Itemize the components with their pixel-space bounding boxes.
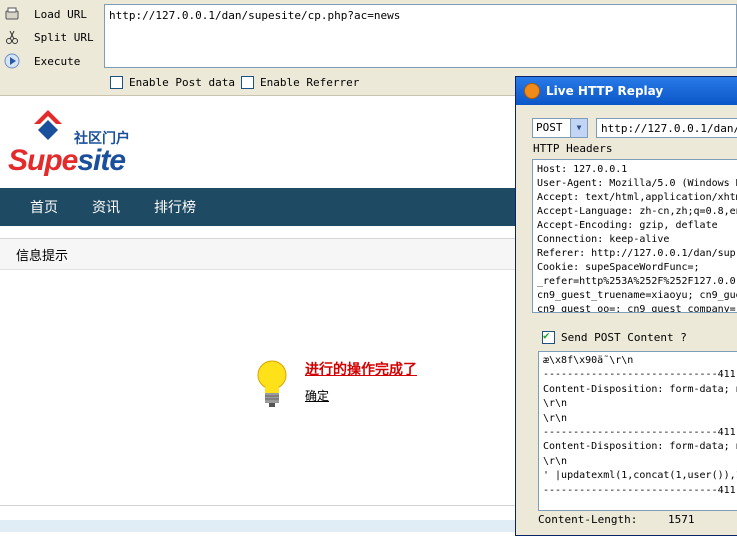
replay-titlebar[interactable]: Live HTTP Replay <box>516 77 737 105</box>
content-length: Content-Length: 1571 <box>538 513 694 526</box>
replay-url-field[interactable]: http://127.0.0.1/dan/su <box>596 118 737 138</box>
send-post-box[interactable] <box>542 329 555 344</box>
nav-item-home[interactable]: 首页 <box>30 197 58 217</box>
load-url-button[interactable]: Load URL <box>0 3 100 25</box>
replay-title: Live HTTP Replay <box>546 84 664 98</box>
site-logo[interactable]: 社区门户 Supesite <box>8 106 148 177</box>
method-value: POST <box>536 121 563 134</box>
content-line: \r\n <box>543 398 568 410</box>
split-url-button[interactable]: Split URL <box>0 26 100 48</box>
nav-item-ranking[interactable]: 排行榜 <box>154 197 196 217</box>
chevron-down-icon[interactable]: ▼ <box>570 119 587 137</box>
confirm-link[interactable]: 确定 <box>305 387 417 404</box>
content-line: -----------------------------411 <box>543 484 736 496</box>
header-line: Host: 127.0.0.1 <box>537 164 628 175</box>
enable-referrer-checkbox[interactable]: Enable Referrer <box>241 76 359 89</box>
enable-post-checkbox[interactable]: Enable Post data <box>110 76 235 89</box>
load-url-icon <box>4 6 20 22</box>
content-line: Content-Disposition: form-data; n <box>543 441 737 453</box>
lightbulb-icon <box>257 360 287 407</box>
url-textarea[interactable]: http://127.0.0.1/dan/supesite/cp.php?ac=… <box>104 4 737 68</box>
send-post-checkbox[interactable]: Send POST Content ? <box>542 329 687 344</box>
header-line: User-Agent: Mozilla/5.0 (Windows N <box>537 178 737 189</box>
message-block: 进行的操作完成了 确定 <box>305 359 417 404</box>
execute-button[interactable]: Execute <box>0 50 100 72</box>
enable-post-box[interactable] <box>110 76 123 89</box>
split-url-label: Split URL <box>34 30 94 44</box>
firefox-icon <box>524 83 540 99</box>
success-message[interactable]: 进行的操作完成了 <box>305 359 417 379</box>
send-post-label: Send POST Content ? <box>561 331 687 344</box>
http-headers-label: HTTP Headers <box>533 142 613 155</box>
execute-label: Execute <box>34 54 81 68</box>
content-line: ' |updatexml(1,concat(1,user()),1 <box>543 470 737 482</box>
method-select[interactable]: POST ▼ <box>532 118 588 138</box>
content-line: Content-Disposition: form-data; n <box>543 383 737 395</box>
header-line: Accept-Encoding: gzip, deflate <box>537 220 718 231</box>
content-line: -----------------------------411 <box>543 427 736 439</box>
header-line: _refer=http%253A%252F%252F127.0.0. <box>537 276 737 287</box>
enable-referrer-label: Enable Referrer <box>260 76 360 89</box>
content-line: æ\x8f\x90ä˜\r\n <box>543 355 634 366</box>
header-line: cn9 guest oo=; cn9 guest company= <box>537 304 736 313</box>
content-length-value: 1571 <box>667 513 695 526</box>
header-line: Cookie: supeSpaceWordFunc=; <box>537 262 700 273</box>
logo-brand-text: Supesite <box>8 144 126 177</box>
header-line: Referer: http://127.0.0.1/dan/sup <box>537 248 736 259</box>
header-line: Accept-Language: zh-cn,zh;q=0.8,en <box>537 206 737 217</box>
enable-referrer-box[interactable] <box>241 76 254 89</box>
headers-textarea[interactable]: Host: 127.0.0.1 User-Agent: Mozilla/5.0 … <box>532 159 737 313</box>
content-line: \r\n <box>543 412 568 424</box>
header-line: cn9_guest_truename=xiaoyu; cn9_gue <box>537 290 737 301</box>
header-line: Connection: keep-alive <box>537 234 670 245</box>
content-length-label: Content-Length: <box>538 513 638 526</box>
header-line: Accept: text/html,application/xhtm <box>537 192 737 203</box>
post-content-textarea[interactable]: æ\x8f\x90ä˜\r\n ------------------------… <box>538 351 737 511</box>
content-line: \r\n <box>543 455 568 467</box>
load-url-label: Load URL <box>34 7 87 21</box>
scissors-icon <box>4 29 20 45</box>
content-line: -----------------------------411 <box>543 369 736 381</box>
enable-post-label: Enable Post data <box>129 76 235 89</box>
live-http-replay-window: Live HTTP Replay POST ▼ http://127.0.0.1… <box>515 76 737 536</box>
play-icon <box>4 53 20 69</box>
nav-item-news[interactable]: 资讯 <box>92 197 120 217</box>
